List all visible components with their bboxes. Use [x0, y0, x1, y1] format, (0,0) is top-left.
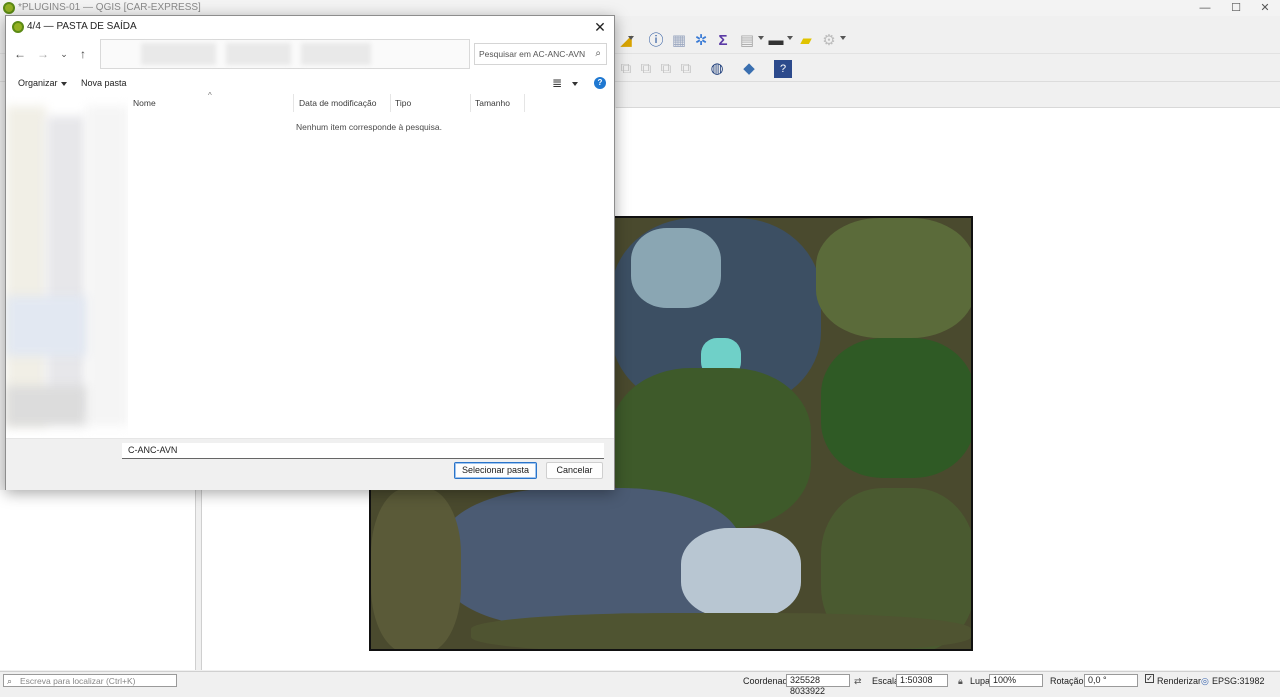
plugin-b-icon[interactable]: ⧉ — [637, 60, 655, 78]
search-placeholder: Pesquisar em AC-ANC-AVN — [479, 49, 586, 59]
navigation-bar: ← → ⌄ ↑ Pesquisar em AC-ANC-AVN ⌕ — [6, 38, 614, 70]
column-divider[interactable] — [293, 94, 294, 112]
column-divider[interactable] — [524, 94, 525, 112]
sum-icon[interactable]: Σ — [714, 32, 732, 50]
file-list[interactable]: ^ Nome Data de modificação Tipo Tamanho … — [128, 91, 614, 450]
help-icon[interactable]: ? — [594, 77, 606, 89]
folder-name-value: C-ANC-AVN — [128, 445, 178, 455]
search-icon: ⌕ — [595, 48, 601, 59]
crs-label[interactable]: EPSG:31982 — [1212, 676, 1265, 686]
recent-locations-dropdown[interactable]: ⌄ — [56, 46, 72, 62]
attribute-table-icon[interactable]: ▦ — [670, 32, 688, 50]
back-button[interactable]: ← — [12, 46, 28, 62]
maximize-button[interactable]: ☐ — [1221, 1, 1251, 15]
dialog-titlebar: 4/4 — PASTA DE SAÍDA ✕ — [6, 16, 614, 38]
table-icon[interactable]: ▤ — [738, 32, 756, 50]
address-bar[interactable] — [100, 39, 470, 69]
layers-panel[interactable] — [0, 490, 196, 670]
search-icon: ⌕ — [7, 676, 13, 686]
table-dropdown[interactable] — [758, 36, 764, 40]
canvas-header-strip — [616, 90, 1280, 108]
help-icon[interactable]: ? — [774, 60, 792, 78]
scale-combobox[interactable]: 1:50308 — [896, 674, 948, 687]
dialog-title: 4/4 — PASTA DE SAÍDA — [27, 21, 137, 32]
cancel-button[interactable]: Cancelar — [546, 462, 603, 479]
forward-button[interactable]: → — [35, 46, 51, 62]
breadcrumb-blurred — [301, 43, 371, 65]
view-dropdown-icon[interactable] — [572, 82, 578, 86]
select-tool-dropdown[interactable] — [628, 36, 634, 40]
column-header-name[interactable]: Nome — [133, 98, 156, 112]
sort-ascending-icon: ^ — [208, 91, 212, 100]
python-icon[interactable]: ◆ — [740, 60, 758, 78]
plugin-a-icon[interactable]: ⧉ — [617, 60, 635, 78]
globe-icon[interactable]: ◍ — [708, 60, 726, 78]
select-tool-icon[interactable]: ◢ — [617, 32, 635, 50]
up-button[interactable]: ↑ — [75, 46, 91, 62]
render-checkbox[interactable]: ✓ — [1145, 674, 1154, 683]
select-folder-button[interactable]: Selecionar pasta — [454, 462, 537, 479]
navigation-pane[interactable] — [6, 96, 128, 456]
rotation-spinbox[interactable]: 0,0 ° — [1084, 674, 1138, 687]
column-header-type[interactable]: Tipo — [395, 98, 411, 112]
breadcrumb-blurred — [141, 43, 216, 65]
command-bar: Organizar Nova pasta ≣ ? — [6, 72, 614, 96]
folder-name-input[interactable]: C-ANC-AVN — [122, 443, 604, 459]
scale-label: Escala — [872, 676, 900, 686]
status-bar: ⌕ Escreva para localizar (Ctrl+K) Coorde… — [0, 671, 1280, 696]
lock-icon[interactable]: 🔒︎ — [958, 676, 963, 687]
plugin-c-icon[interactable]: ⧉ — [657, 60, 675, 78]
qgis-logo-icon — [12, 21, 24, 33]
rotation-label: Rotação — [1050, 676, 1084, 686]
dialog-close-button[interactable]: ✕ — [590, 18, 610, 36]
close-window-button[interactable]: ✕ — [1250, 1, 1280, 15]
gear-blue-icon[interactable]: ✲ — [692, 32, 710, 50]
window-titlebar: *PLUGINS-01 — QGIS [CAR-EXPRESS] — ☐ ✕ — [0, 0, 1280, 16]
search-input[interactable]: Pesquisar em AC-ANC-AVN ⌕ — [474, 43, 607, 65]
locator-placeholder: Escreva para localizar (Ctrl+K) — [20, 676, 136, 686]
organize-menu[interactable]: Organizar — [18, 78, 67, 88]
coordinate-field[interactable]: 325528 8033922 — [786, 674, 850, 696]
magnifier-label: Lupa — [970, 676, 991, 686]
qgis-logo-icon — [3, 2, 15, 14]
locator-search-input[interactable]: ⌕ Escreva para localizar (Ctrl+K) — [3, 674, 177, 687]
new-folder-button[interactable]: Nova pasta — [81, 78, 127, 88]
chevron-down-icon — [60, 81, 67, 86]
dialog-footer: C-ANC-AVN Selecionar pasta Cancelar — [6, 438, 614, 490]
magnifier-spinbox[interactable]: 100% — [989, 674, 1043, 687]
column-divider[interactable] — [390, 94, 391, 112]
extent-toggle-icon[interactable]: ⇄ — [854, 676, 862, 687]
view-options-icon[interactable]: ≣ — [552, 76, 562, 90]
measure-dropdown[interactable] — [787, 36, 793, 40]
column-divider[interactable] — [470, 94, 471, 112]
column-header-size[interactable]: Tamanho — [475, 98, 510, 112]
crs-globe-icon[interactable]: ◎ — [1201, 676, 1209, 687]
empty-results-message: Nenhum item corresponde à pesquisa. — [296, 122, 442, 132]
window-title: *PLUGINS-01 — QGIS [CAR-EXPRESS] — [18, 2, 201, 13]
render-label: Renderizar — [1157, 676, 1202, 686]
breadcrumb-blurred — [226, 43, 291, 65]
settings-dropdown[interactable] — [840, 36, 846, 40]
column-header-modified[interactable]: Data de modificação — [299, 98, 377, 112]
minimize-button[interactable]: — — [1190, 1, 1220, 15]
organize-label: Organizar — [18, 78, 58, 88]
settings-icon[interactable]: ⚙ — [820, 32, 838, 50]
folder-picker-dialog: 4/4 — PASTA DE SAÍDA ✕ ← → ⌄ ↑ Pesquisar… — [5, 15, 615, 490]
tooltip-icon[interactable]: ▰ — [797, 32, 815, 50]
identify-icon[interactable]: ⓘ — [647, 32, 665, 50]
plugin-d-icon[interactable]: ⧉ — [677, 60, 695, 78]
ruler-icon[interactable]: ▬ — [767, 32, 785, 50]
